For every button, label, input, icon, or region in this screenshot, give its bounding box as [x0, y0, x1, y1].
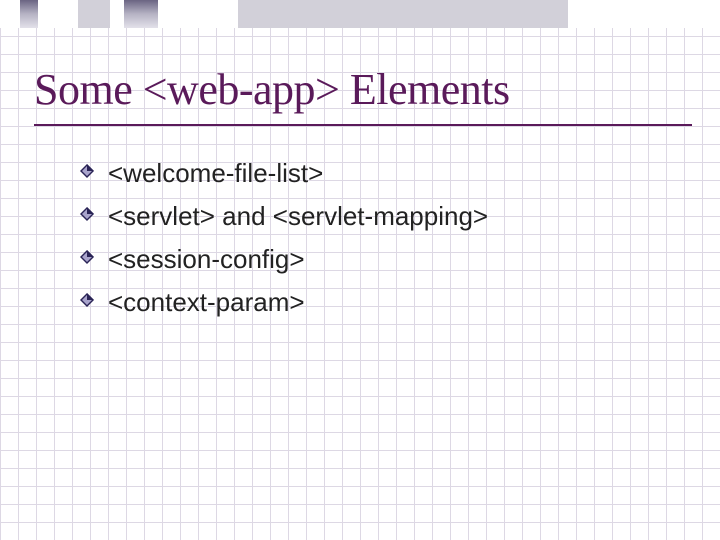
- diamond-bullet-icon: [80, 250, 94, 264]
- bar-segment: [238, 0, 568, 28]
- list-item: <servlet> and <servlet-mapping>: [108, 197, 680, 236]
- bar-segment: [158, 0, 238, 28]
- list-item-label: <welcome-file-list>: [108, 158, 323, 188]
- bar-segment: [20, 0, 38, 28]
- slide: Some <web-app> Elements <welcome-file-li…: [0, 0, 720, 540]
- bar-segment: [110, 0, 124, 28]
- title-underline: [34, 124, 692, 126]
- list-item: <welcome-file-list>: [108, 154, 680, 193]
- list-item-label: <context-param>: [108, 287, 305, 317]
- bar-segment: [0, 0, 20, 28]
- slide-title: Some <web-app> Elements: [34, 64, 510, 115]
- bar-segment: [78, 0, 110, 28]
- bullet-list: <welcome-file-list> <servlet> and <servl…: [108, 154, 680, 326]
- bar-segment: [568, 0, 720, 28]
- diamond-bullet-icon: [80, 293, 94, 307]
- list-item: <context-param>: [108, 283, 680, 322]
- bar-segment: [38, 0, 78, 28]
- list-item: <session-config>: [108, 240, 680, 279]
- list-item-label: <servlet> and <servlet-mapping>: [108, 201, 488, 231]
- diamond-bullet-icon: [80, 207, 94, 221]
- diamond-bullet-icon: [80, 164, 94, 178]
- top-accent-bar: [0, 0, 720, 28]
- list-item-label: <session-config>: [108, 244, 305, 274]
- bar-segment: [124, 0, 158, 28]
